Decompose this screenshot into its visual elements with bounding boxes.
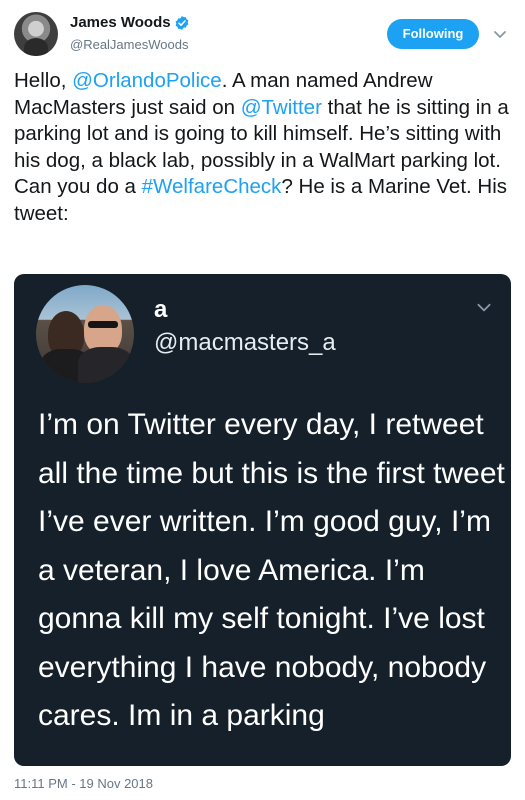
tweet-timestamp[interactable]: 11:11 PM - 19 Nov 2018 (14, 776, 153, 791)
hashtag-welfarecheck-link[interactable]: #WelfareCheck (142, 175, 282, 198)
avatar-person-right (84, 305, 122, 353)
quoted-tweet-text: I’m on Twitter every day, I retweet all … (38, 408, 505, 732)
mention-orlandopolice-link[interactable]: @OrlandoPolice (72, 69, 222, 92)
verified-badge-icon (175, 15, 188, 30)
author-display-name[interactable]: James Woods (70, 14, 171, 31)
author-handle[interactable]: @RealJamesWoods (70, 37, 190, 52)
author-avatar[interactable] (14, 12, 58, 56)
quoted-author-avatar[interactable] (36, 285, 134, 383)
chevron-down-icon[interactable] (492, 26, 508, 42)
author-name-block[interactable]: James Woods @RealJamesWoods (70, 14, 190, 52)
following-button[interactable]: Following (387, 19, 479, 49)
chevron-down-icon[interactable] (475, 298, 493, 316)
tweet-header: James Woods @RealJamesWoods Following (14, 12, 511, 56)
quoted-author-name[interactable]: a (154, 296, 167, 324)
mention-twitter-link[interactable]: @Twitter (241, 96, 322, 119)
avatar-sunglasses (88, 321, 118, 328)
quoted-tweet-card[interactable]: a @macmasters_a I’m on Twitter every day… (14, 274, 511, 766)
tweet-text-segment: Hello, (14, 69, 73, 92)
quoted-author-handle[interactable]: @macmasters_a (154, 329, 336, 357)
tweet-text: Hello, @OrlandoPolice. A man named Andre… (14, 68, 512, 227)
avatar-person-right-body (78, 347, 134, 383)
